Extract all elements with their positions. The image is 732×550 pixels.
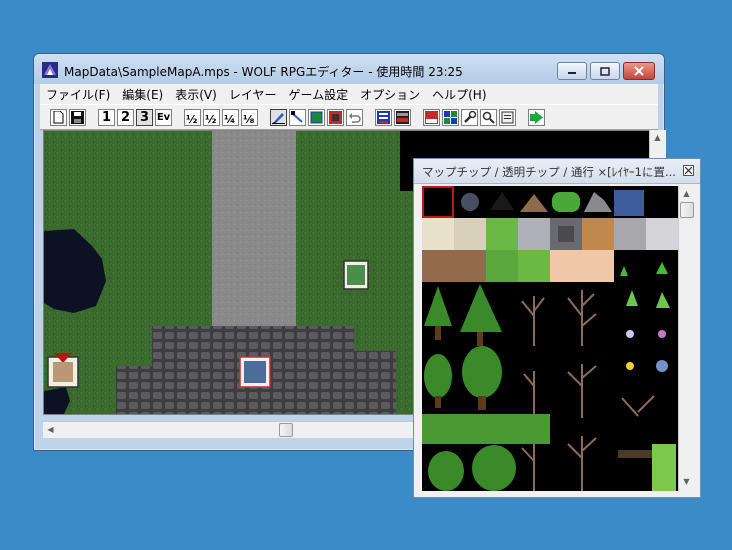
system-db-button[interactable]: [423, 109, 440, 126]
menu-layer[interactable]: レイヤー: [223, 86, 283, 103]
common-event-icon: [396, 111, 409, 124]
view-scale-4-button[interactable]: ⅛: [241, 109, 258, 126]
menu-view[interactable]: 表示(V): [169, 86, 223, 103]
save-button[interactable]: [69, 109, 86, 126]
close-icon: [685, 167, 692, 174]
map-chip-palette-window: マップチップ / 透明チップ / 通行 ×[ﾚｲﾔｰ1に置... ▲ ▼: [413, 158, 701, 498]
test-play-button[interactable]: [528, 109, 545, 126]
map-list-icon: [501, 111, 514, 124]
palette-vertical-scrollbar[interactable]: ▲ ▼: [678, 186, 695, 491]
maximize-button[interactable]: [590, 62, 620, 80]
view-scale-1-icon: ½: [186, 113, 197, 125]
tileset-icon: [444, 111, 457, 124]
palette-scroll-down-arrow[interactable]: ▼: [679, 474, 694, 489]
view-scale-3-icon: ¼: [224, 113, 235, 125]
event-layer-button[interactable]: Ev: [155, 109, 172, 126]
selected-tile[interactable]: [422, 186, 454, 218]
database-icon: [377, 111, 390, 124]
pencil-icon: [272, 113, 285, 124]
common-event-button[interactable]: [394, 109, 411, 126]
palette-scroll-thumb[interactable]: [680, 202, 694, 218]
map-select-button[interactable]: [499, 109, 516, 126]
new-file-button[interactable]: [50, 109, 67, 126]
menu-options[interactable]: オプション: [354, 86, 426, 103]
svg-text:½: ½: [205, 113, 216, 125]
maximize-icon: [600, 66, 610, 76]
palette-title: マップチップ / 透明チップ / 通行 ×[ﾚｲﾔｰ1に置...: [422, 165, 676, 179]
system-db-icon: [425, 111, 438, 124]
scroll-up-arrow[interactable]: ▲: [650, 130, 665, 145]
fill-tool-button[interactable]: [327, 109, 344, 126]
pen-tool-button[interactable]: [270, 109, 287, 126]
new-file-icon: [53, 111, 64, 124]
database-button[interactable]: [375, 109, 392, 126]
menu-game-settings[interactable]: ゲーム設定: [282, 86, 354, 103]
title-bar[interactable]: MapData\SampleMapA.mps - WOLF RPGエディター -…: [34, 54, 664, 84]
layer-1-button[interactable]: 1: [98, 109, 115, 126]
tile-chips: [422, 186, 678, 491]
line-tool-icon: [291, 111, 303, 123]
minimize-button[interactable]: [557, 62, 587, 80]
wrench-icon: [464, 111, 476, 123]
scroll-left-arrow[interactable]: ◀: [43, 422, 58, 437]
search-button[interactable]: [480, 109, 497, 126]
undo-icon: [349, 113, 361, 123]
palette-scroll-up-arrow[interactable]: ▲: [679, 186, 694, 201]
view-scale-2-icon: ½: [205, 113, 216, 125]
close-button[interactable]: [623, 62, 655, 80]
svg-text:½: ½: [186, 113, 197, 125]
toolbar: 1 2 3 Ev ½ ½ ¼ ⅛: [40, 104, 658, 130]
tools-button[interactable]: [461, 109, 478, 126]
wolf-editor-icon: [42, 62, 58, 78]
rect-tool-button[interactable]: [308, 109, 325, 126]
magnifier-icon: [482, 111, 495, 124]
play-icon: [530, 111, 543, 124]
palette-close-button[interactable]: [683, 165, 694, 176]
view-scale-3-button[interactable]: ¼: [222, 109, 239, 126]
window-title: MapData\SampleMapA.mps - WOLF RPGエディター -…: [64, 65, 463, 79]
menu-help[interactable]: ヘルプ(H): [426, 86, 492, 103]
view-scale-4-icon: ⅛: [243, 113, 254, 125]
palette-title-bar[interactable]: マップチップ / 透明チップ / 通行 ×[ﾚｲﾔｰ1に置...: [414, 159, 700, 184]
scroll-thumb-horizontal[interactable]: [279, 423, 293, 437]
menu-edit[interactable]: 編集(E): [116, 86, 169, 103]
close-icon: [634, 66, 644, 76]
rectangle-icon: [310, 111, 323, 124]
menu-file[interactable]: ファイル(F): [40, 86, 116, 103]
layer-2-button[interactable]: 2: [117, 109, 134, 126]
undo-button[interactable]: [346, 109, 363, 126]
svg-text:⅛: ⅛: [243, 113, 254, 125]
menu-bar: ファイル(F) 編集(E) 表示(V) レイヤー ゲーム設定 オプション ヘルプ…: [40, 84, 658, 104]
minimize-icon: [568, 72, 576, 74]
view-scale-1-button[interactable]: ½: [184, 109, 201, 126]
line-tool-button[interactable]: [289, 109, 306, 126]
layer-3-button[interactable]: 3: [136, 109, 153, 126]
tile-palette-grid[interactable]: [422, 186, 678, 491]
view-scale-2-button[interactable]: ½: [203, 109, 220, 126]
tileset-settings-button[interactable]: [442, 109, 459, 126]
fill-icon: [329, 111, 342, 124]
save-icon: [71, 111, 84, 124]
svg-text:¼: ¼: [224, 113, 235, 125]
